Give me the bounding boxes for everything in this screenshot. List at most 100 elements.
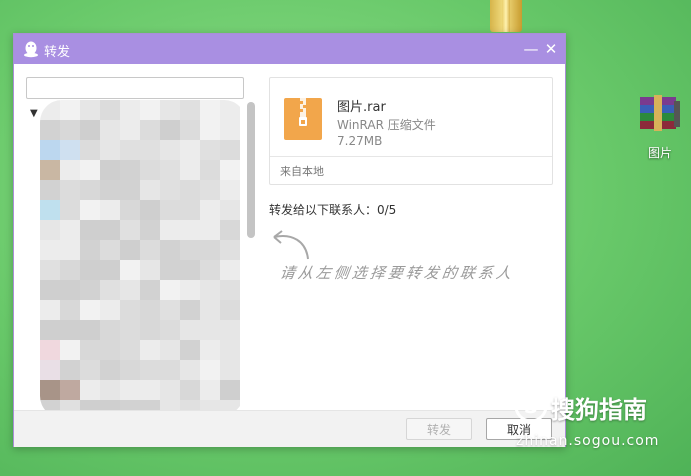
blurred-pixel: [220, 380, 240, 400]
blurred-pixel: [100, 360, 120, 380]
blurred-pixel: [120, 180, 140, 200]
blurred-pixel: [180, 160, 200, 180]
blurred-pixel: [140, 280, 160, 300]
blurred-pixel: [100, 320, 120, 340]
select-contact-hint: 请从左侧选择要转发的联系人: [278, 264, 516, 282]
blurred-pixel: [160, 300, 180, 320]
blurred-pixel: [200, 200, 220, 220]
blurred-pixel: [80, 280, 100, 300]
minimize-button[interactable]: —: [520, 38, 542, 60]
blurred-pixel: [180, 140, 200, 160]
watermark-url: zhinan.sogou.com: [516, 433, 660, 449]
blurred-pixel: [80, 120, 100, 140]
collapse-arrow-icon[interactable]: ▼: [30, 108, 38, 119]
blurred-pixel: [180, 240, 200, 260]
blurred-pixel: [100, 240, 120, 260]
svg-text:S: S: [524, 394, 538, 418]
blurred-pixel: [100, 180, 120, 200]
blurred-pixel: [140, 260, 160, 280]
file-source: 来自本地: [280, 165, 324, 178]
blurred-pixel: [220, 340, 240, 360]
blurred-pixel: [100, 200, 120, 220]
blurred-pixel: [60, 360, 80, 380]
blurred-pixel: [120, 340, 140, 360]
blurred-pixel: [140, 120, 160, 140]
blurred-pixel: [160, 100, 180, 120]
contact-search-input[interactable]: [26, 77, 244, 99]
sogou-logo-icon: S: [514, 389, 548, 423]
blurred-pixel: [160, 220, 180, 240]
blurred-pixel: [140, 300, 160, 320]
blurred-pixel: [80, 220, 100, 240]
forward-button[interactable]: 转发: [406, 418, 472, 440]
winrar-archive-icon[interactable]: [638, 95, 682, 131]
blurred-pixel: [220, 160, 240, 180]
blurred-pixel: [220, 140, 240, 160]
blurred-pixel: [160, 200, 180, 220]
dialog-footer: 转发 取消: [14, 410, 565, 447]
blurred-pixel: [140, 140, 160, 160]
blurred-pixel: [40, 140, 60, 160]
blurred-pixel: [140, 180, 160, 200]
forward-recipient-count: 转发给以下联系人：0/5: [269, 203, 397, 217]
blurred-pixel: [100, 120, 120, 140]
blurred-pixel: [120, 240, 140, 260]
blurred-pixel: [200, 180, 220, 200]
watermark-text: 搜狗指南: [551, 396, 647, 424]
blurred-pixel: [40, 260, 60, 280]
blurred-pixel: [120, 260, 140, 280]
blurred-pixel: [80, 100, 100, 120]
blurred-pixel: [180, 360, 200, 380]
blurred-pixel: [140, 320, 160, 340]
blurred-pixel: [120, 100, 140, 120]
blurred-pixel: [200, 380, 220, 400]
blurred-pixel: [40, 380, 60, 400]
blurred-pixel: [120, 300, 140, 320]
blurred-pixel: [180, 120, 200, 140]
curved-arrow-icon: [273, 230, 309, 260]
blurred-pixel: [100, 380, 120, 400]
file-card: 图片.rar WinRAR 压缩文件 7.27MB 来自本地: [269, 77, 553, 185]
blurred-pixel: [200, 100, 220, 120]
blurred-pixel: [120, 160, 140, 180]
blurred-pixel: [200, 120, 220, 140]
blurred-pixel: [60, 340, 80, 360]
blurred-pixel: [200, 300, 220, 320]
blurred-pixel: [80, 380, 100, 400]
blurred-pixel: [120, 320, 140, 340]
blurred-pixel: [40, 300, 60, 320]
blurred-pixel: [80, 360, 100, 380]
contact-list-blurred[interactable]: [40, 100, 246, 418]
blurred-pixel: [60, 260, 80, 280]
blurred-pixel: [40, 340, 60, 360]
blurred-pixel: [160, 180, 180, 200]
blurred-pixel: [60, 380, 80, 400]
blurred-pixel: [160, 280, 180, 300]
contact-list-scrollbar[interactable]: [246, 100, 257, 240]
scroll-thumb[interactable]: [247, 102, 255, 238]
blurred-pixel: [140, 160, 160, 180]
close-button[interactable]: ✕: [540, 38, 562, 60]
blurred-pixel: [100, 220, 120, 240]
blurred-pixel: [180, 340, 200, 360]
blurred-pixel: [60, 300, 80, 320]
blurred-pixel: [200, 260, 220, 280]
title-bar[interactable]: 转发 — ✕: [14, 34, 565, 64]
blurred-pixel: [40, 220, 60, 240]
blurred-pixel: [160, 120, 180, 140]
blurred-pixel: [160, 240, 180, 260]
blurred-pixel: [140, 340, 160, 360]
blurred-pixel: [40, 160, 60, 180]
desktop-folder-edge: [490, 0, 522, 32]
blurred-pixel: [100, 260, 120, 280]
blurred-pixel: [180, 180, 200, 200]
blurred-pixel: [200, 220, 220, 240]
blurred-pixel: [80, 300, 100, 320]
file-type: WinRAR 压缩文件: [337, 118, 436, 132]
desktop-icon-label[interactable]: 图片: [648, 144, 672, 161]
blurred-pixel: [180, 300, 200, 320]
blurred-pixel: [220, 100, 240, 120]
blurred-pixel: [140, 100, 160, 120]
blurred-pixel: [40, 360, 60, 380]
blurred-pixel: [200, 340, 220, 360]
